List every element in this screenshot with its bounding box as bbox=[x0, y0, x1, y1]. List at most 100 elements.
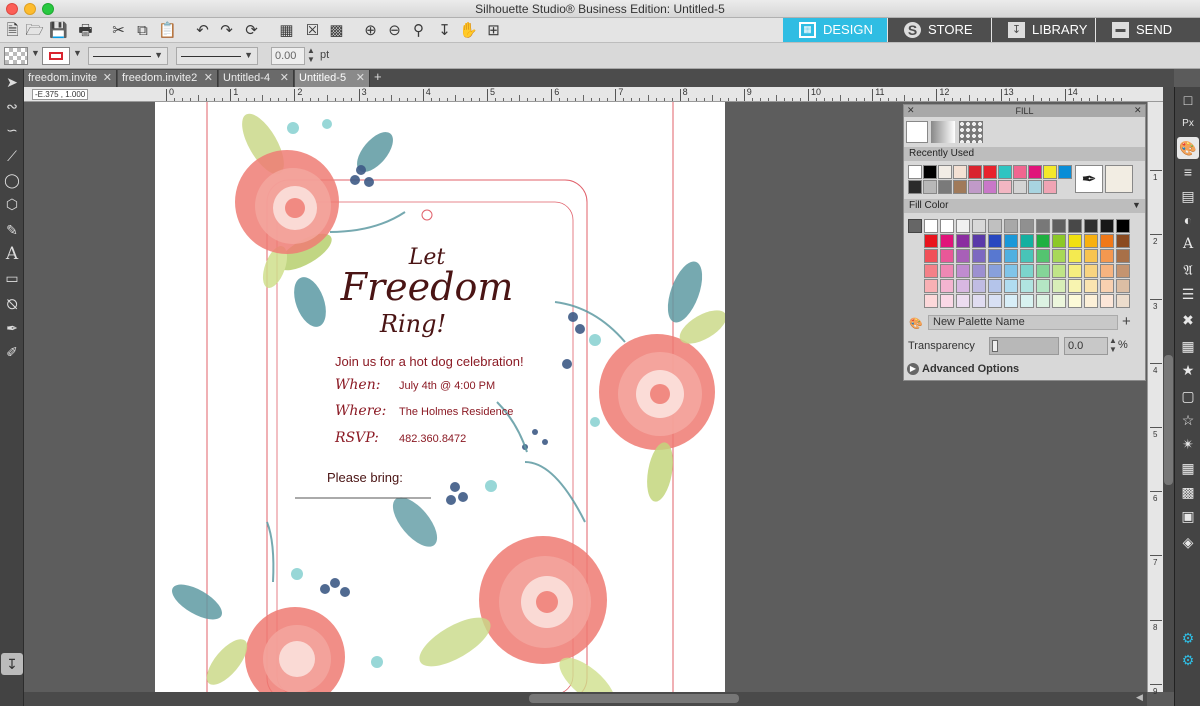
settings-gear-icon[interactable]: ⚙ bbox=[1177, 627, 1199, 649]
palette-color-swatch[interactable] bbox=[924, 234, 938, 248]
palette-color-swatch[interactable] bbox=[988, 234, 1002, 248]
close-panel-icon[interactable]: ✕ bbox=[907, 105, 915, 116]
trace-icon[interactable]: ▢ bbox=[1177, 385, 1199, 407]
stepper-icon[interactable]: ▲ ▼ bbox=[307, 46, 315, 64]
recent-color-swatch[interactable] bbox=[1028, 165, 1042, 179]
palette-color-swatch[interactable] bbox=[972, 264, 986, 278]
recent-color-swatch[interactable] bbox=[908, 165, 922, 179]
palette-color-swatch[interactable] bbox=[1052, 234, 1066, 248]
recent-color-swatch[interactable] bbox=[998, 180, 1012, 194]
palette-color-swatch[interactable] bbox=[1068, 279, 1082, 293]
palette-color-swatch[interactable] bbox=[988, 249, 1002, 263]
text-tool-icon[interactable]: A bbox=[1, 243, 23, 265]
stepper-icon[interactable]: ▲ ▼ bbox=[1109, 336, 1117, 354]
select-all-icon[interactable]: ▦ bbox=[276, 20, 297, 41]
palette-color-swatch[interactable] bbox=[1100, 294, 1114, 308]
palette-color-swatch[interactable] bbox=[956, 294, 970, 308]
line-style-icon[interactable]: ≡ bbox=[1177, 161, 1199, 183]
slider-handle[interactable] bbox=[992, 340, 998, 352]
close-tab-icon[interactable]: ✕ bbox=[356, 70, 365, 86]
palette-color-swatch[interactable] bbox=[1084, 279, 1098, 293]
palette-color-swatch[interactable] bbox=[940, 279, 954, 293]
scroll-left-icon[interactable]: ◀ bbox=[1136, 692, 1143, 703]
close-panel-icon[interactable]: ✕ bbox=[1134, 105, 1142, 116]
recent-color-swatch[interactable] bbox=[938, 165, 952, 179]
align-icon[interactable]: ☰ bbox=[1177, 283, 1199, 305]
advanced-options-toggle[interactable]: Advanced Options bbox=[922, 363, 1019, 375]
minimize-window-button[interactable] bbox=[24, 3, 36, 15]
horizontal-scrollbar[interactable]: ◀ bbox=[24, 692, 1147, 706]
palette-color-swatch[interactable] bbox=[1020, 294, 1034, 308]
curve-icon[interactable]: ∽ bbox=[1, 119, 23, 141]
pencil-tool-icon[interactable]: ✎ bbox=[1, 219, 23, 241]
palette-color-swatch[interactable] bbox=[1068, 264, 1082, 278]
undo-icon[interactable]: ↶ bbox=[192, 20, 213, 41]
page-setup-icon[interactable]: □ bbox=[1177, 89, 1199, 111]
palette-color-swatch[interactable] bbox=[940, 294, 954, 308]
tab-send[interactable]: ▬ SEND bbox=[1096, 18, 1200, 42]
zoom-in-icon[interactable]: ⊕ bbox=[360, 20, 381, 41]
palette-color-swatch[interactable] bbox=[924, 249, 938, 263]
palette-color-swatch[interactable] bbox=[1004, 264, 1018, 278]
palette-color-swatch[interactable] bbox=[1068, 294, 1082, 308]
recent-color-swatch[interactable] bbox=[983, 165, 997, 179]
palette-color-swatch[interactable] bbox=[1084, 219, 1098, 233]
vertical-scrollbar[interactable] bbox=[1163, 87, 1174, 692]
close-tab-icon[interactable]: ✕ bbox=[103, 70, 112, 86]
favorites-icon[interactable]: ☆ bbox=[1177, 409, 1199, 431]
palette-tool-icon[interactable] bbox=[908, 219, 922, 233]
drag-zoom-icon[interactable]: ↧ bbox=[434, 20, 455, 41]
knife-tool-icon[interactable]: ⦰ bbox=[1, 293, 23, 315]
recent-color-swatch[interactable] bbox=[1013, 165, 1027, 179]
palette-color-swatch[interactable] bbox=[1100, 234, 1114, 248]
modify-icon[interactable]: ✴ bbox=[1177, 433, 1199, 455]
rhinestone-icon[interactable]: ◈ bbox=[1177, 531, 1199, 553]
fill-swatch[interactable] bbox=[4, 47, 28, 65]
fit-to-page-icon[interactable]: ⊞ bbox=[483, 20, 504, 41]
fill-dropdown-arrow-icon[interactable]: ▼ bbox=[31, 48, 40, 58]
palette-color-swatch[interactable] bbox=[972, 279, 986, 293]
print-icon[interactable]: 🖶 bbox=[75, 20, 96, 41]
palette-color-swatch[interactable] bbox=[1020, 219, 1034, 233]
palette-color-swatch[interactable] bbox=[1116, 264, 1130, 278]
recent-color-swatch[interactable] bbox=[1043, 165, 1057, 179]
palette-color-swatch[interactable] bbox=[1036, 294, 1050, 308]
select-arrow-icon[interactable]: ➤ bbox=[1, 71, 23, 93]
recent-color-swatch[interactable] bbox=[1043, 180, 1057, 194]
palette-color-swatch[interactable] bbox=[972, 249, 986, 263]
transparency-input[interactable]: 0.0 bbox=[1064, 337, 1108, 355]
palette-color-swatch[interactable] bbox=[1116, 219, 1130, 233]
redraw-icon[interactable]: ⟳ bbox=[241, 20, 262, 41]
palette-color-swatch[interactable] bbox=[1052, 219, 1066, 233]
palette-color-swatch[interactable] bbox=[1052, 279, 1066, 293]
palette-color-swatch[interactable] bbox=[1020, 249, 1034, 263]
deselect-icon[interactable]: ☒ bbox=[302, 20, 323, 41]
line-color-swatch[interactable] bbox=[42, 47, 70, 65]
save-icon[interactable]: 💾 bbox=[48, 20, 69, 41]
expand-triangle-icon[interactable]: ▶ bbox=[907, 363, 919, 375]
recent-color-swatch[interactable] bbox=[953, 165, 967, 179]
transparency-icon[interactable]: ◐ bbox=[1177, 209, 1199, 231]
doc-tab-untitled-4[interactable]: Untitled-4 ✕ bbox=[219, 70, 294, 87]
palette-color-swatch[interactable] bbox=[972, 234, 986, 248]
recent-color-swatch[interactable] bbox=[908, 180, 922, 194]
line-join-select[interactable]: ▼ bbox=[176, 47, 258, 65]
recent-color-swatch[interactable] bbox=[923, 165, 937, 179]
fill-type-gradient-button[interactable] bbox=[931, 121, 955, 143]
palette-color-swatch[interactable] bbox=[1068, 249, 1082, 263]
recent-color-swatch[interactable] bbox=[938, 180, 952, 194]
polygon-tool-icon[interactable]: ⬡ bbox=[1, 193, 23, 215]
palette-color-swatch[interactable] bbox=[1004, 294, 1018, 308]
palette-color-swatch[interactable] bbox=[956, 279, 970, 293]
palette-color-swatch[interactable] bbox=[1036, 279, 1050, 293]
library-download-icon[interactable]: ↧ bbox=[1, 653, 23, 675]
transform-icon[interactable]: ✖ bbox=[1177, 309, 1199, 331]
fill-panel-icon[interactable]: 🎨 bbox=[1177, 137, 1199, 159]
text-path-icon[interactable]: 𝔄 bbox=[1177, 259, 1199, 281]
palette-color-swatch[interactable] bbox=[1116, 294, 1130, 308]
zoom-out-icon[interactable]: ⊖ bbox=[384, 20, 405, 41]
tab-design[interactable]: ▦ DESIGN bbox=[783, 18, 887, 42]
redo-icon[interactable]: ↷ bbox=[216, 20, 237, 41]
collapse-arrow-icon[interactable]: ▼ bbox=[1132, 200, 1141, 210]
new-file-icon[interactable]: 🗎 bbox=[2, 20, 23, 41]
